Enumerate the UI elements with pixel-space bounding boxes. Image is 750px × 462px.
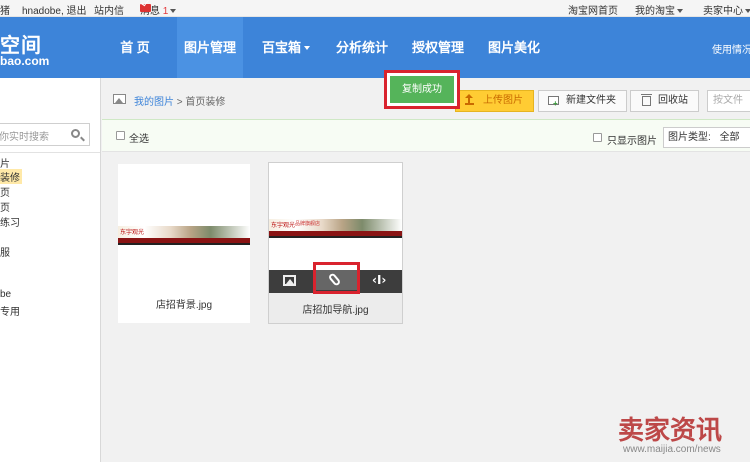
watermark-url: www.maijia.com/news [623,444,721,455]
image-icon [113,94,126,104]
seller-center-menu[interactable]: 卖家中心 [703,2,750,17]
breadcrumb: 我的图片 > 首页装修 [134,97,226,108]
top-fragment: 猪 [0,6,10,17]
only-images-checkbox[interactable] [593,133,602,142]
code-icon: ‹I› [372,273,387,287]
folder-item[interactable]: 页 [0,199,10,214]
folder-item[interactable]: 片 [0,155,10,170]
image-filename: 店招加导航.jpg [302,305,369,316]
nav-toolbox[interactable]: 百宝箱 [253,17,319,78]
only-images-label: 只显示图片 [607,136,657,147]
new-folder-button[interactable]: 新建文件夹 [538,90,627,114]
logout-link[interactable]: 退出 [67,6,87,17]
nav-analytics[interactable]: 分析统计 [329,17,395,78]
chevron-down-icon [170,9,177,13]
logo-subtitle: bao.com [0,54,50,68]
upload-image-button[interactable]: 上传图片 [455,90,534,112]
trash-icon [641,94,652,106]
folder-sidebar: 你实时搜索 片 装修 页 页 练习 服 be 专用 [0,78,101,462]
filter-bar: 全选 只显示图片 图片类型: 全部 [102,119,750,152]
select-all-checkbox[interactable] [116,131,125,140]
folder-item[interactable]: 练习 [0,214,20,229]
mail-icon [140,4,151,12]
nav-authorization[interactable]: 授权管理 [405,17,471,78]
file-search-input[interactable]: 按文件 [707,90,750,112]
divider [0,152,100,153]
upload-icon [465,94,474,105]
image-type-select[interactable]: 图片类型: 全部 [663,127,750,148]
copy-code-button[interactable]: ‹I› [358,270,402,293]
thumbnail: 东宇观光 品牌旗舰店 [269,163,402,270]
main-panel: 我的图片 > 首页装修 上传图片 新建文件夹 回收站 按文件 复制成功 全选 只… [102,70,750,462]
username-link[interactable]: hnadobe, 退出 [22,2,87,17]
usage-link[interactable]: 使用情况 [712,41,750,56]
recycle-bin-button[interactable]: 回收站 [630,90,699,112]
folder-item-selected[interactable]: 装修 [0,169,22,184]
paperclip-icon [327,272,342,287]
nav-image-management[interactable]: 图片管理 [177,17,243,78]
new-folder-icon [548,94,559,114]
folder-search-input[interactable]: 你实时搜索 [0,123,90,146]
image-filename: 店招背景.jpg [155,300,213,311]
breadcrumb-root-link[interactable]: 我的图片 [134,97,174,108]
news-count-badge: 1 [162,6,169,17]
image-icon [283,275,296,286]
banner-thumbnail: 东宇观光 [118,226,250,246]
messages-link[interactable]: 站内信 [94,2,124,17]
news-link[interactable]: 消息 1 [140,2,177,17]
copy-link-button[interactable] [316,270,357,290]
watermark-brand: 卖家资讯 [618,416,723,446]
banner-thumbnail: 东宇观光 品牌旗舰店 [269,219,402,239]
my-taobao-menu[interactable]: 我的淘宝 [635,2,683,17]
select-all-label: 全选 [129,134,149,145]
nav-image-beautify[interactable]: 图片美化 [481,17,547,78]
taobao-home-link[interactable]: 淘宝网首页 [568,2,618,17]
chevron-down-icon [745,9,750,13]
folder-item[interactable]: 服 [0,244,10,259]
nav-home[interactable]: 首 页 [105,17,165,78]
chevron-down-icon [304,46,310,50]
main-nav: 空间 bao.com 首 页 图片管理 百宝箱 分析统计 授权管理 图片美化 使… [0,17,750,78]
folder-item[interactable]: 专用 [0,303,20,318]
folder-item[interactable]: be [0,289,11,300]
top-bar: 猪 hnadobe, 退出 站内信 消息 1 淘宝网首页 我的淘宝 卖家中心 [0,0,750,17]
image-card[interactable]: 东宇观光 店招背景.jpg [118,164,250,323]
breadcrumb-current: 首页装修 [185,97,226,108]
folder-item[interactable]: 页 [0,184,10,199]
image-card-selected[interactable]: 东宇观光 品牌旗舰店 ‹I› 店招加导航.jpg [268,162,403,324]
copy-link-highlight [313,262,360,294]
copy-success-toast: 复制成功 [384,70,460,109]
search-icon[interactable] [71,129,80,138]
view-image-button[interactable] [269,270,313,293]
chevron-down-icon [677,9,683,13]
